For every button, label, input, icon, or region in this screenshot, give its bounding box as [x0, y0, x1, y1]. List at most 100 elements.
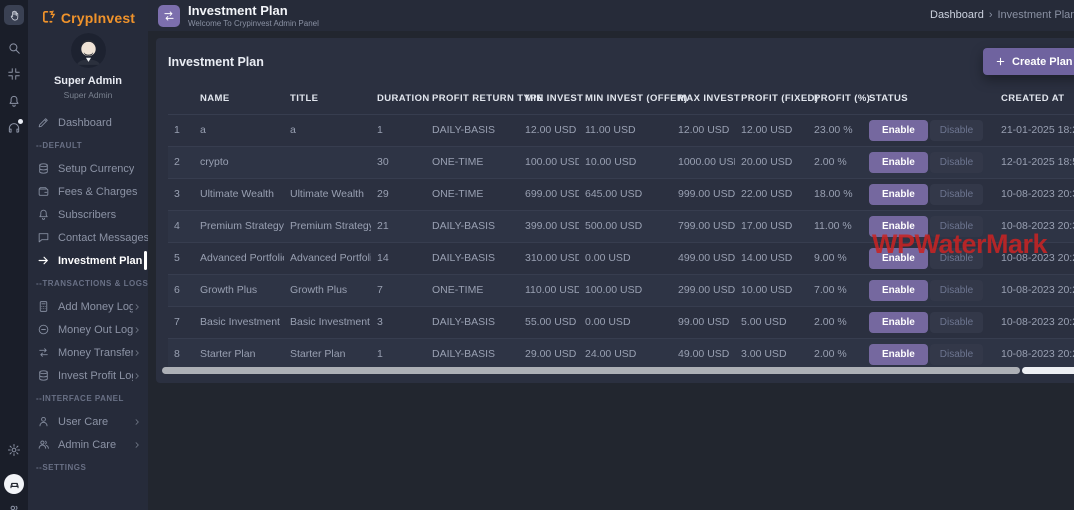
wallet-icon	[37, 185, 50, 198]
sidebar-item-money-transfer-logs[interactable]: Money Transfer Logs	[28, 341, 148, 364]
cell-max-invest: 299.00 USD	[672, 274, 735, 306]
cell-name: a	[194, 114, 284, 146]
cell-created-at: 10-08-2023 20:29 PM	[995, 242, 1074, 274]
column-header	[168, 84, 194, 114]
table-row: 2crypto30ONE-TIME100.00 USD10.00 USD1000…	[168, 146, 1074, 178]
sidebar-item-dashboard[interactable]: Dashboard	[28, 111, 148, 134]
chevron-right-icon	[133, 303, 141, 311]
column-header: PROFIT (%)	[808, 84, 863, 114]
sidebar-item-money-out-logs[interactable]: Money Out Logs	[28, 318, 148, 341]
user-name: Super Admin	[28, 75, 148, 87]
round-action-button[interactable]	[4, 474, 24, 494]
cell-title: Basic Investment	[284, 306, 371, 338]
table-header-row: NAMETITLEDURATIONPROFIT RETURN TYPEMIN I…	[168, 84, 1074, 114]
cell-duration: 30	[371, 146, 426, 178]
disable-button[interactable]: Disable	[930, 152, 983, 173]
column-header: DURATION	[371, 84, 426, 114]
disable-button[interactable]: Disable	[930, 120, 983, 141]
active-tool-button[interactable]	[4, 5, 24, 25]
users-icon[interactable]	[7, 503, 21, 510]
disable-button[interactable]: Disable	[930, 344, 983, 365]
minus-circle-icon	[37, 323, 50, 336]
cell-name: Growth Plus	[194, 274, 284, 306]
sidebar-item-label: Dashboard	[58, 117, 112, 129]
calculator-icon	[37, 300, 50, 313]
table-row: 5Advanced PortfolioAdvanced Portfolio14D…	[168, 242, 1074, 274]
cell-max-invest: 799.00 USD	[672, 210, 735, 242]
gear-icon[interactable]	[7, 443, 21, 457]
cell-min-invest: 110.00 USD	[519, 274, 579, 306]
cell-profit-return-type: DAILY-BASIS	[426, 242, 519, 274]
table-row: 6Growth PlusGrowth Plus7ONE-TIME110.00 U…	[168, 274, 1074, 306]
sidebar-item-invest-profit-logs[interactable]: Invest Profit Logs	[28, 364, 148, 387]
sidebar-item-fees-charges[interactable]: Fees & Charges	[28, 180, 148, 203]
table-row: 3Ultimate WealthUltimate Wealth29ONE-TIM…	[168, 178, 1074, 210]
column-header: PROFIT RETURN TYPE	[426, 84, 519, 114]
chevron-right-icon	[133, 418, 141, 426]
column-header: NAME	[194, 84, 284, 114]
sidebar-item-label: Money Out Logs	[58, 324, 133, 336]
sidebar-item-investment-plan[interactable]: Investment Plan	[28, 249, 148, 272]
page-header: Investment Plan Welcome To Crypinvest Ad…	[148, 0, 1074, 31]
sidebar-item-label: Fees & Charges	[58, 186, 137, 198]
cell-num: 3	[168, 178, 194, 210]
enable-button[interactable]: Enable	[869, 184, 928, 205]
search-icon[interactable]	[7, 41, 21, 55]
enable-button[interactable]: Enable	[869, 152, 928, 173]
chevron-right-icon	[133, 441, 141, 449]
disable-button[interactable]: Disable	[930, 184, 983, 205]
cell-profit-return-type: DAILY-BASIS	[426, 338, 519, 370]
breadcrumb-dashboard[interactable]: Dashboard	[930, 9, 984, 21]
cell-title	[284, 146, 371, 178]
sidebar-item-setup-currency[interactable]: Setup Currency	[28, 157, 148, 180]
column-header: MAX INVEST	[672, 84, 735, 114]
nav-section-label: --DEFAULT	[28, 134, 148, 157]
sidebar-item-add-money-logs[interactable]: Add Money Logs	[28, 295, 148, 318]
cell-duration: 7	[371, 274, 426, 306]
cell-min-invest: 310.00 USD	[519, 242, 579, 274]
cell-status: EnableDisable	[863, 338, 995, 370]
enable-button[interactable]: Enable	[869, 344, 928, 365]
enable-button[interactable]: Enable	[869, 312, 928, 333]
cell-duration: 21	[371, 210, 426, 242]
transfer-icon	[162, 9, 176, 23]
scrollbar-thumb[interactable]	[162, 367, 1020, 374]
cell-name: Premium Strategy	[194, 210, 284, 242]
cell-profit-fixed: 10.00 USD	[735, 274, 808, 306]
create-plan-label: Create Plan	[1012, 56, 1073, 68]
cell-min-invest-offer: 10.00 USD	[579, 146, 672, 178]
cell-profit-pct: 18.00 %	[808, 178, 863, 210]
sidebar-item-label: Invest Profit Logs	[58, 370, 133, 382]
sidebar-item-contact-messages[interactable]: Contact Messages	[28, 226, 148, 249]
enable-button[interactable]: Enable	[869, 248, 928, 269]
sidebar-item-label: User Care	[58, 416, 108, 428]
cell-duration: 1	[371, 114, 426, 146]
sidebar-item-admin-care[interactable]: Admin Care	[28, 433, 148, 456]
enable-button[interactable]: Enable	[869, 216, 928, 237]
cell-status: EnableDisable	[863, 178, 995, 210]
cell-profit-fixed: 5.00 USD	[735, 306, 808, 338]
enable-button[interactable]: Enable	[869, 120, 928, 141]
headset-icon[interactable]	[7, 121, 21, 135]
bell-icon[interactable]	[7, 94, 21, 108]
sidebar-item-user-care[interactable]: User Care	[28, 410, 148, 433]
logo-text: CrypInvest	[61, 10, 135, 26]
enable-button[interactable]: Enable	[869, 280, 928, 301]
sidebar-item-subscribers[interactable]: Subscribers	[28, 203, 148, 226]
nav-section-label: --INTERFACE PANEL	[28, 387, 148, 410]
cell-profit-fixed: 14.00 USD	[735, 242, 808, 274]
cell-num: 2	[168, 146, 194, 178]
create-plan-button[interactable]: Create Plan	[983, 48, 1074, 75]
disable-button[interactable]: Disable	[930, 248, 983, 269]
disable-button[interactable]: Disable	[930, 312, 983, 333]
plus-icon	[995, 56, 1006, 67]
cell-title: Starter Plan	[284, 338, 371, 370]
disable-button[interactable]: Disable	[930, 280, 983, 301]
cell-status: EnableDisable	[863, 114, 995, 146]
cell-created-at: 10-08-2023 20:31 PM	[995, 178, 1074, 210]
logo: CrypInvest	[28, 0, 148, 26]
cell-profit-fixed: 12.00 USD	[735, 114, 808, 146]
left-toolbar	[0, 0, 28, 510]
disable-button[interactable]: Disable	[930, 216, 983, 237]
compress-icon[interactable]	[7, 67, 21, 81]
